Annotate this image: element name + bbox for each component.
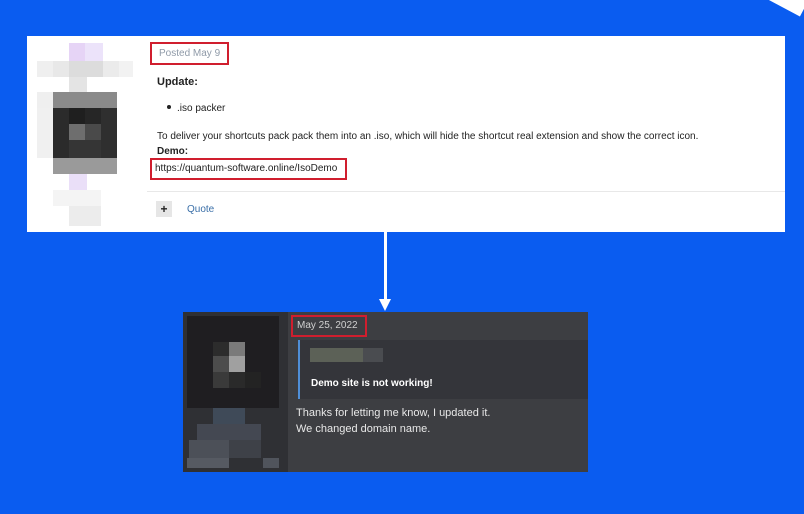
reply-text-line: We changed domain name.	[296, 423, 431, 435]
quote-author-blurred-extra	[363, 348, 383, 362]
plus-icon[interactable]: +	[156, 201, 172, 217]
forum-post-reply: May 25, 2022 Demo site is not working! T…	[183, 312, 588, 472]
quoted-text: Demo site is not working!	[311, 378, 433, 389]
demo-link[interactable]: https://quantum-software.online/IsoDemo	[150, 158, 348, 180]
avatar-column	[183, 312, 288, 472]
reply-content: May 25, 2022 Demo site is not working! T…	[289, 312, 588, 472]
reply-text-line: Thanks for letting me know, I updated it…	[296, 407, 491, 419]
update-heading: Update:	[157, 76, 198, 88]
post-content: Posted May 9 Update: .iso packer To deli…	[147, 36, 785, 232]
list-item: .iso packer	[167, 103, 225, 114]
post-date[interactable]: Posted May 9	[150, 42, 230, 65]
bullet-icon	[167, 105, 171, 110]
arrow-down-icon	[384, 232, 387, 302]
divider	[147, 191, 785, 192]
corner-decoration	[764, 0, 804, 17]
post-description: To deliver your shortcuts pack pack them…	[157, 131, 699, 142]
arrow-head-icon	[379, 299, 391, 311]
forum-post-original: Posted May 9 Update: .iso packer To deli…	[27, 36, 785, 232]
demo-label: Demo:	[157, 146, 189, 157]
avatar	[27, 36, 147, 232]
reply-date[interactable]: May 25, 2022	[291, 315, 367, 337]
quote-button[interactable]: Quote	[187, 204, 214, 215]
list-item-label: .iso packer	[177, 103, 226, 114]
quote-block: Demo site is not working!	[298, 340, 588, 399]
